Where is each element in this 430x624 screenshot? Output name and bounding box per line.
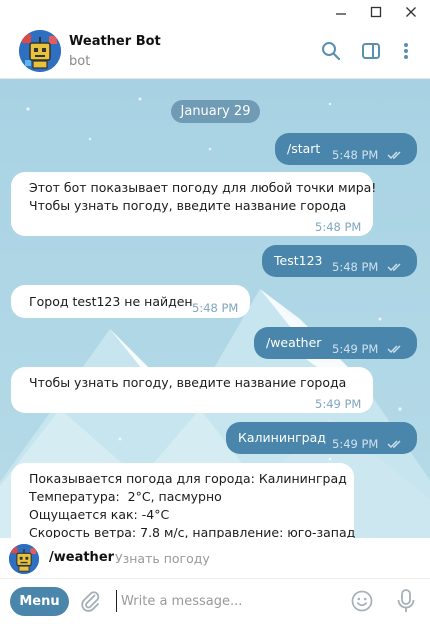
- microphone-icon[interactable]: [395, 588, 417, 614]
- message-text: Показывается погода для города: Калининг…: [29, 471, 356, 538]
- search-icon[interactable]: [320, 40, 342, 62]
- message-text: /weather: [266, 335, 322, 350]
- maximize-icon[interactable]: [359, 0, 393, 24]
- message-text: Калининград: [238, 430, 326, 445]
- message-outgoing[interactable]: Test123 5:48 PM: [262, 245, 417, 277]
- double-check-icon: [387, 263, 401, 271]
- message-time: 5:48 PM: [315, 220, 362, 234]
- emoji-icon[interactable]: [350, 589, 374, 613]
- bot-avatar[interactable]: [19, 30, 61, 72]
- message-incoming[interactable]: Показывается погода для города: Калининг…: [11, 463, 356, 538]
- message-text: Этот бот показывает погоду для любой точ…: [29, 180, 377, 213]
- command-suggestion[interactable]: /weather Узнать погоду: [0, 538, 430, 579]
- message-composer: Menu: [0, 579, 430, 624]
- message-input[interactable]: [116, 590, 341, 612]
- message-time: 5:49 PM: [332, 342, 379, 356]
- message-incoming[interactable]: Город test123 не найден 5:48 PM: [11, 285, 250, 318]
- title-bar: [0, 0, 430, 24]
- message-time: 5:48 PM: [192, 301, 239, 315]
- command-description: Узнать погоду: [115, 551, 210, 566]
- chat-header: Weather Bot bot: [0, 24, 430, 79]
- chat-area[interactable]: January 29 /start 5:48 PM Этот бот показ…: [0, 79, 430, 538]
- message-time: 5:49 PM: [332, 437, 379, 451]
- bot-avatar: [9, 544, 39, 574]
- message-outgoing[interactable]: Калининград 5:49 PM: [226, 422, 417, 454]
- message-outgoing[interactable]: /weather 5:49 PM: [254, 327, 417, 359]
- command-name: /weather: [49, 550, 115, 565]
- message-time: 5:48 PM: [332, 260, 379, 274]
- message-outgoing[interactable]: /start 5:48 PM: [275, 133, 417, 165]
- more-vertical-icon[interactable]: [395, 40, 417, 62]
- double-check-icon: [387, 440, 401, 448]
- menu-button[interactable]: Menu: [10, 587, 69, 616]
- sidebar-toggle-icon[interactable]: [360, 40, 382, 62]
- minimize-icon[interactable]: [324, 0, 358, 24]
- message-incoming[interactable]: Чтобы узнать погоду, введите название го…: [11, 367, 373, 413]
- close-icon[interactable]: [394, 0, 428, 24]
- message-text: Город test123 не найден: [29, 294, 193, 309]
- double-check-icon: [387, 151, 401, 159]
- message-time: 5:49 PM: [315, 397, 362, 411]
- message-time: 5:48 PM: [332, 148, 379, 162]
- date-separator: January 29: [171, 100, 260, 123]
- message-text: /start: [287, 141, 321, 156]
- message-incoming[interactable]: Этот бот показывает погоду для любой точ…: [11, 172, 377, 236]
- message-text: Чтобы узнать погоду, введите название го…: [29, 375, 347, 390]
- chat-subtitle: bot: [69, 54, 91, 69]
- message-text: Test123: [274, 253, 323, 268]
- double-check-icon: [387, 345, 401, 353]
- telegram-window: Weather Bot bot January 29 /start 5:48 P…: [0, 0, 430, 624]
- paperclip-icon[interactable]: [78, 589, 102, 613]
- chat-title[interactable]: Weather Bot: [69, 34, 161, 49]
